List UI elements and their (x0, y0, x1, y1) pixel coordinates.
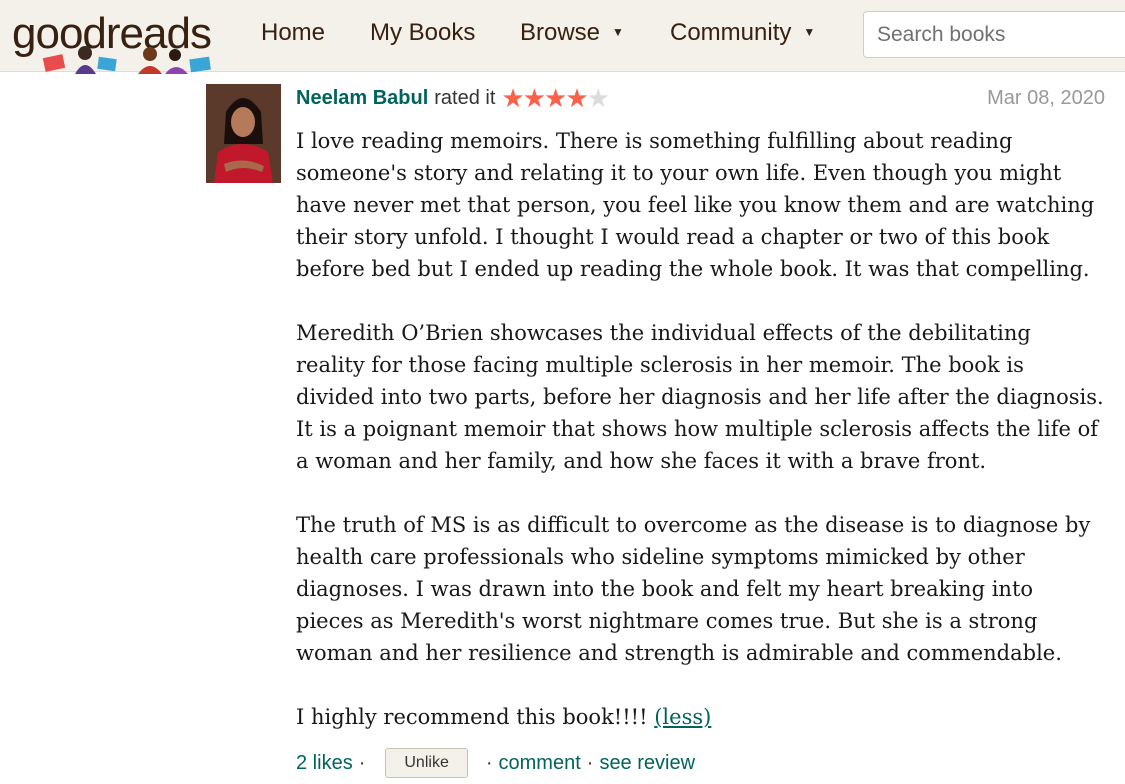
review-paragraph: Meredith O’Brien showcases the individua… (296, 321, 1104, 473)
review-paragraph: The truth of MS is as difficult to overc… (296, 513, 1091, 665)
star-filled-icon: ★ (544, 83, 567, 113)
caret-down-icon: ▼ (612, 25, 624, 39)
site-header: goodreads Home My Books Browse ▼ Communi… (0, 0, 1125, 74)
reviewer-name-link[interactable]: Neelam Babul (296, 87, 428, 110)
nav-community[interactable]: Community ▼ (670, 0, 815, 66)
caret-down-icon: ▼ (803, 25, 816, 39)
star-empty-icon: ★ (586, 83, 610, 113)
separator: · (586, 751, 594, 774)
reviewer-avatar[interactable] (206, 84, 281, 183)
review-paragraph-last: I highly recommend this book!!!! (less) (296, 701, 1106, 733)
star-filled-icon: ★ (501, 83, 524, 113)
review-paragraph-text: I highly recommend this book!!!! (296, 705, 648, 729)
see-review-link[interactable]: see review (599, 752, 695, 775)
nav-my-books[interactable]: My Books (370, 0, 475, 66)
comment-link[interactable]: comment (499, 752, 581, 775)
separator: · (358, 751, 366, 774)
nav-browse-label: Browse (520, 19, 601, 46)
star-filled-icon: ★ (522, 83, 546, 113)
review-text: I love reading memoirs. There is somethi… (296, 125, 1106, 765)
separator: · (485, 751, 493, 774)
search-input[interactable] (877, 22, 1125, 47)
nav-browse[interactable]: Browse ▼ (520, 0, 624, 66)
review-paragraph: I love reading memoirs. There is somethi… (296, 129, 1095, 281)
review-date-link[interactable]: Mar 08, 2020 (987, 87, 1105, 110)
nav-home[interactable]: Home (261, 0, 325, 66)
star-filled-icon: ★ (565, 83, 588, 113)
nav-my-books-label: My Books (370, 19, 476, 46)
less-link[interactable]: (less) (654, 705, 711, 729)
logo-readers-illustration-icon (42, 46, 211, 74)
nav-community-label: Community (670, 19, 792, 46)
unlike-button[interactable]: Unlike (385, 748, 468, 778)
review-actions: 2 likes · Unlike · comment · see review (296, 748, 695, 778)
likes-link[interactable]: 2 likes (296, 752, 353, 775)
review-header: Neelam Babul rated it ★★★★★ (296, 83, 610, 114)
star-rating: ★★★★★ (501, 83, 610, 114)
reviewer-photo (206, 84, 281, 183)
nav-home-label: Home (261, 19, 326, 46)
goodreads-logo[interactable]: goodreads (10, 6, 230, 74)
search-box[interactable] (863, 11, 1125, 58)
rated-label: rated it (434, 87, 496, 109)
